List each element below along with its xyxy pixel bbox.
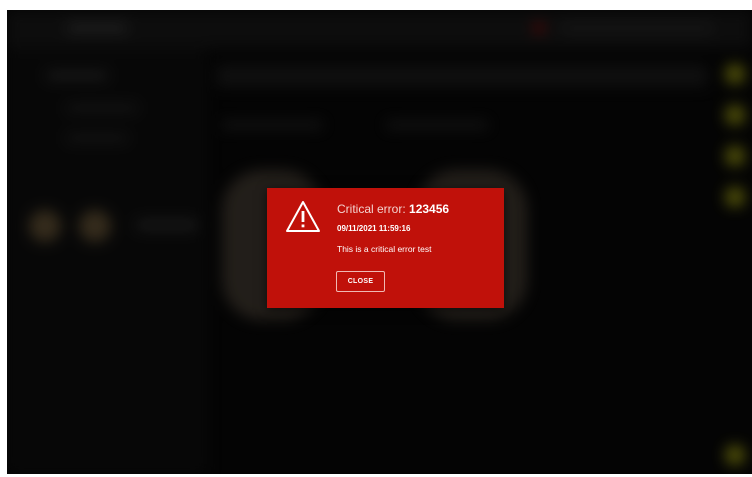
- error-timestamp: 09/11/2021 11:59:16: [337, 224, 411, 233]
- app-screen: Critical error: 123456 09/11/2021 11:59:…: [7, 10, 752, 474]
- error-title-label: Critical error:: [337, 202, 410, 216]
- error-code: 123456: [409, 202, 450, 216]
- warning-triangle-icon: [286, 201, 320, 232]
- close-button[interactable]: CLOSE: [336, 271, 385, 292]
- error-message: This is a critical error test: [337, 244, 432, 254]
- error-title: Critical error: 123456: [337, 202, 449, 216]
- critical-error-dialog: Critical error: 123456 09/11/2021 11:59:…: [267, 188, 504, 308]
